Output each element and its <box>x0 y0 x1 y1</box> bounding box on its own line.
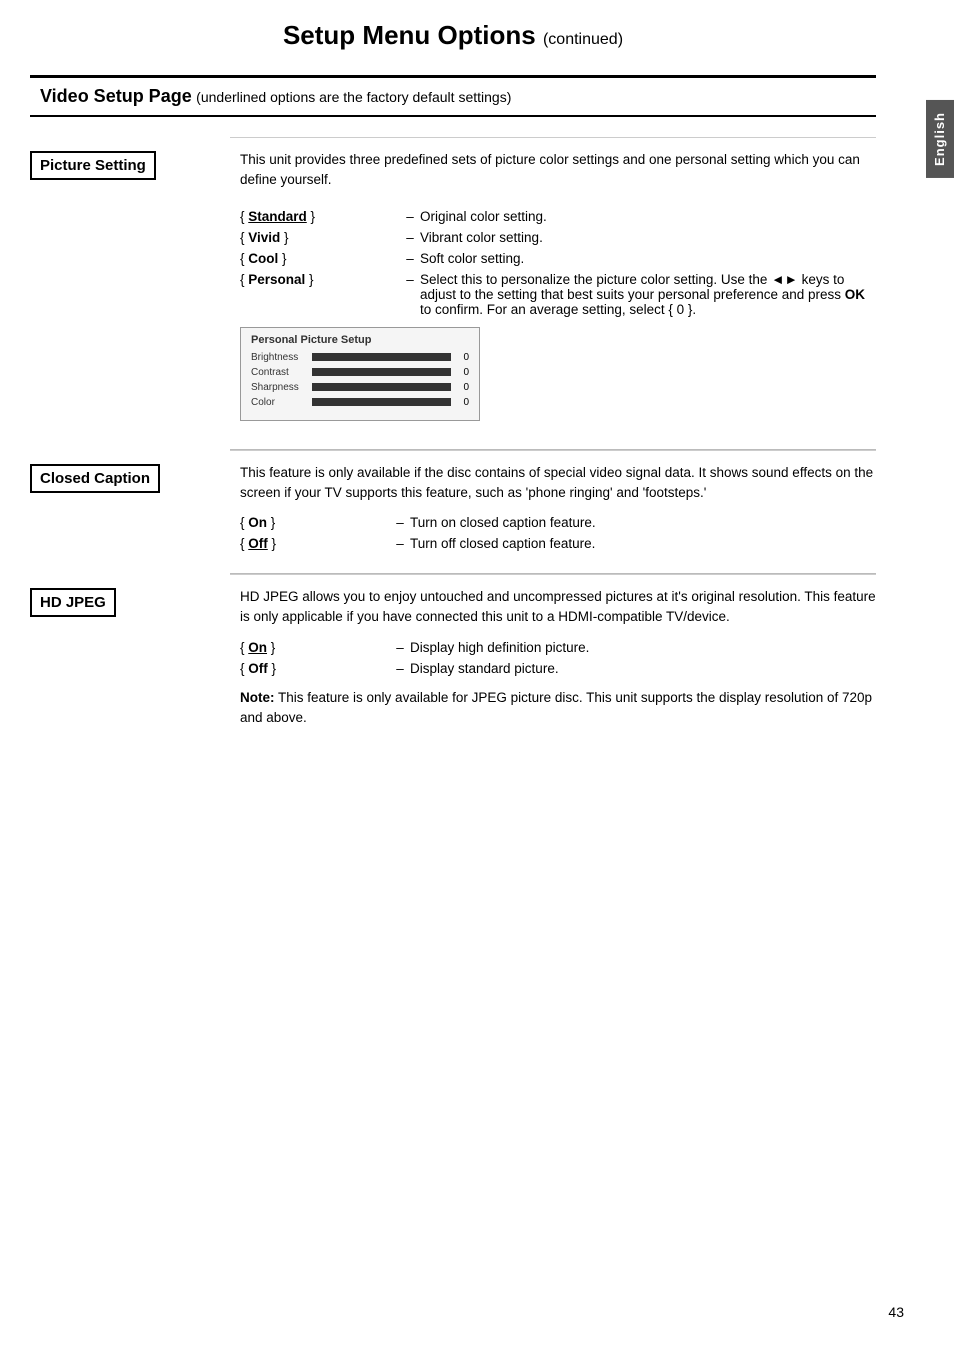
desc-cc-on: Turn on closed caption feature. <box>410 513 876 532</box>
picture-setting-label: Picture Setting <box>30 151 156 180</box>
section-header-note: (underlined options are the factory defa… <box>196 89 511 105</box>
section-header: Video Setup Page (underlined options are… <box>30 75 876 117</box>
picture-setting-label-cell: Picture Setting <box>30 137 230 449</box>
dash-personal: – <box>400 270 420 319</box>
picture-setting-content-cell: This unit provides three predefined sets… <box>230 137 876 449</box>
slider-sharpness-label: Sharpness <box>251 382 306 393</box>
english-tab: English <box>926 100 954 178</box>
dash-hd-off: – <box>390 659 410 678</box>
closed-caption-description: This feature is only available if the di… <box>240 463 876 504</box>
hd-jpeg-note: Note: This feature is only available for… <box>240 688 876 729</box>
picture-setting-row: Picture Setting This unit provides three… <box>30 137 876 449</box>
picture-options-grid: { Standard } – Original color setting. {… <box>240 207 876 319</box>
desc-hd-off: Display standard picture. <box>410 659 876 678</box>
section-header-bold: Video Setup Page <box>40 86 192 106</box>
desc-hd-on: Display high definition picture. <box>410 638 876 657</box>
slider-color-track <box>312 398 451 406</box>
hd-jpeg-label-cell: HD JPEG <box>30 574 230 748</box>
desc-cc-off: Turn off closed caption feature. <box>410 534 876 553</box>
hd-jpeg-content-cell: HD JPEG allows you to enjoy untouched an… <box>230 574 876 748</box>
picture-options-left: { Standard } – Original color setting. {… <box>240 201 876 429</box>
closed-caption-options: { On } – Turn on closed caption feature.… <box>240 513 876 553</box>
slider-contrast-track <box>312 368 451 376</box>
page-container: English Setup Menu Options (continued) V… <box>0 0 954 1350</box>
slider-brightness: Brightness 0 <box>251 352 469 363</box>
dash-standard: – <box>400 207 420 226</box>
closed-caption-content-cell: This feature is only available if the di… <box>230 450 876 574</box>
slider-sharpness: Sharpness 0 <box>251 382 469 393</box>
settings-area: Picture Setting This unit provides three… <box>30 137 876 748</box>
page-number: 43 <box>888 1304 904 1320</box>
personal-setup-title: Personal Picture Setup <box>251 334 469 346</box>
closed-caption-label: Closed Caption <box>30 464 160 493</box>
title-text: Setup Menu Options <box>283 20 536 50</box>
personal-setup-box: Personal Picture Setup Brightness 0 Cont… <box>240 327 480 421</box>
closed-caption-row: Closed Caption This feature is only avai… <box>30 450 876 574</box>
slider-color-value: 0 <box>457 397 469 408</box>
slider-sharpness-value: 0 <box>457 382 469 393</box>
option-standard: { Standard } <box>240 207 400 226</box>
desc-vivid: Vibrant color setting. <box>420 228 876 247</box>
option-cc-on: { On } <box>240 513 390 532</box>
picture-setting-description: This unit provides three predefined sets… <box>240 150 876 191</box>
page-title: Setup Menu Options (continued) <box>30 20 876 59</box>
option-cc-off: { Off } <box>240 534 390 553</box>
closed-caption-label-cell: Closed Caption <box>30 450 230 574</box>
slider-brightness-label: Brightness <box>251 352 306 363</box>
picture-options-area: { Standard } – Original color setting. {… <box>240 201 876 429</box>
desc-personal: Select this to personalize the picture c… <box>420 270 876 319</box>
option-hd-on: { On } <box>240 638 390 657</box>
slider-brightness-track <box>312 353 451 361</box>
option-cool: { Cool } <box>240 249 400 268</box>
option-personal: { Personal } <box>240 270 400 319</box>
dash-cool: – <box>400 249 420 268</box>
slider-brightness-value: 0 <box>457 352 469 363</box>
slider-color-label: Color <box>251 397 306 408</box>
slider-contrast-value: 0 <box>457 367 469 378</box>
slider-contrast: Contrast 0 <box>251 367 469 378</box>
slider-sharpness-track <box>312 383 451 391</box>
dash-cc-on: – <box>390 513 410 532</box>
option-hd-off: { Off } <box>240 659 390 678</box>
hd-jpeg-description: HD JPEG allows you to enjoy untouched an… <box>240 587 876 628</box>
dash-vivid: – <box>400 228 420 247</box>
slider-contrast-label: Contrast <box>251 367 306 378</box>
hd-jpeg-row: HD JPEG HD JPEG allows you to enjoy unto… <box>30 574 876 748</box>
content-area: Setup Menu Options (continued) Video Set… <box>0 0 926 768</box>
hd-jpeg-options: { On } – Display high definition picture… <box>240 638 876 678</box>
hd-jpeg-label: HD JPEG <box>30 588 116 617</box>
title-continued: (continued) <box>543 31 623 48</box>
desc-cool: Soft color setting. <box>420 249 876 268</box>
option-vivid: { Vivid } <box>240 228 400 247</box>
dash-hd-on: – <box>390 638 410 657</box>
slider-color: Color 0 <box>251 397 469 408</box>
dash-cc-off: – <box>390 534 410 553</box>
desc-standard: Original color setting. <box>420 207 876 226</box>
